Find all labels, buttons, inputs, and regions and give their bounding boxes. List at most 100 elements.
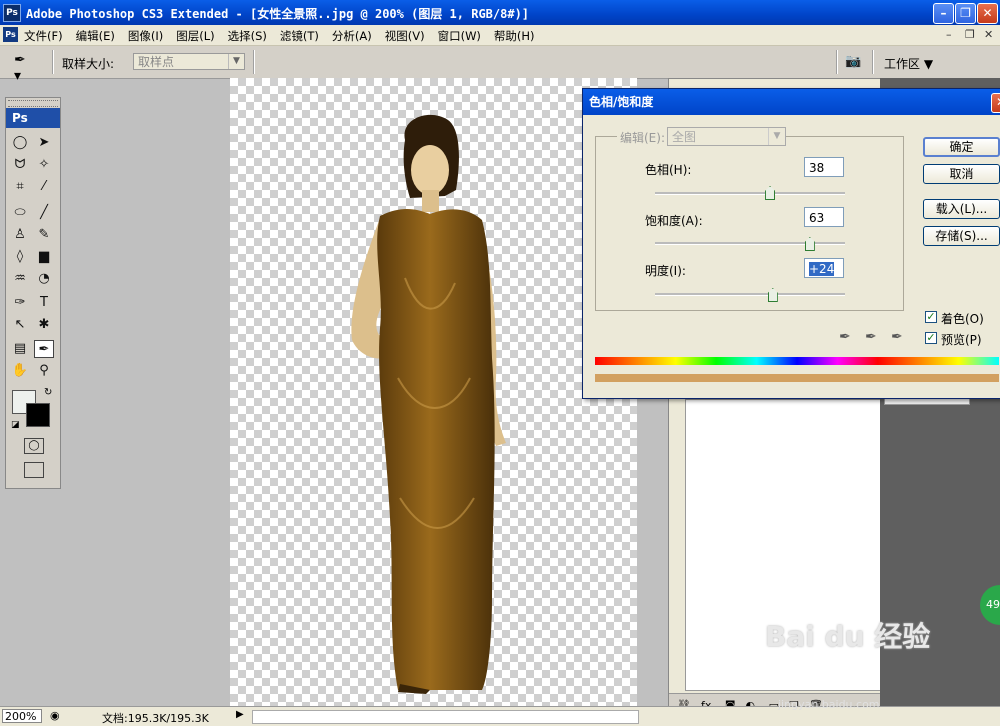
workspace-button[interactable]: 工作区 ▼	[884, 55, 933, 72]
horizontal-scrollbar[interactable]	[252, 710, 639, 724]
toolbox: Ps ◯ ➤ ᗢ ✧ ⌗ ⁄ ⬭ ╱ ♙ ✎ ◊ ▆ ♒ ◔ ✑ T ↖ ✱ ▤…	[5, 97, 61, 489]
menu-view[interactable]: 视图(V)	[385, 28, 425, 44]
sample-size-label: 取样大小:	[62, 57, 115, 71]
dialog-title: 色相/饱和度	[583, 89, 1000, 115]
workspace-label: 工作区	[884, 57, 921, 71]
menu-window[interactable]: 窗口(W)	[438, 28, 481, 44]
lightness-input[interactable]: +24	[804, 258, 844, 278]
menu-help[interactable]: 帮助(H)	[494, 28, 535, 44]
restore-button[interactable]: ❐	[955, 3, 976, 24]
edit-label: 编辑(E):	[617, 129, 668, 146]
menu-edit[interactable]: 编辑(E)	[76, 28, 115, 44]
menu-image[interactable]: 图像(I)	[128, 28, 163, 44]
ok-button[interactable]: 确定	[923, 137, 1000, 157]
result-color-bar	[595, 374, 999, 382]
swap-colors-icon[interactable]: ↻	[44, 387, 52, 398]
menu-layer[interactable]: 图层(L)	[176, 28, 214, 44]
bridge-icon[interactable]: 📷	[845, 54, 861, 69]
menu-analysis[interactable]: 分析(A)	[332, 28, 372, 44]
hand-tool-icon[interactable]: ✋	[10, 362, 30, 380]
photoshop-app-icon[interactable]: Ps	[3, 4, 21, 22]
type-tool-icon[interactable]: T	[34, 294, 54, 312]
chevron-down-icon: ▼	[228, 54, 244, 69]
history-brush-icon[interactable]: ✎	[34, 226, 54, 244]
notes-tool-icon[interactable]: ▤	[10, 340, 30, 358]
colorize-label: 着色(O)	[941, 312, 984, 326]
eyedropper-minus-icon[interactable]: ✒	[891, 329, 903, 345]
preview-label: 预览(P)	[941, 333, 982, 347]
cancel-button[interactable]: 取消	[923, 164, 1000, 184]
load-button[interactable]: 载入(L)...	[923, 199, 1000, 219]
edit-value: 全图	[672, 130, 697, 144]
watermark-url: jingyan.baidu.com	[778, 698, 880, 711]
doc-restore-icon[interactable]: ❐	[965, 28, 975, 41]
divider	[52, 50, 54, 74]
saturation-label: 饱和度(A):	[645, 214, 703, 228]
divider	[836, 50, 838, 74]
adjust-group	[595, 136, 904, 311]
woman-image	[351, 114, 506, 694]
move-tool-icon[interactable]: ➤	[34, 134, 54, 152]
zoom-tool-icon[interactable]: ⚲	[34, 362, 54, 380]
quick-mask-icon[interactable]: ◯	[24, 438, 44, 454]
doc-close-icon[interactable]: ✕	[984, 28, 993, 41]
background-color-swatch[interactable]	[26, 403, 50, 427]
hue-label: 色相(H):	[645, 163, 692, 177]
preview-checkbox[interactable]: ✓	[925, 332, 937, 344]
saturation-input[interactable]: 63	[804, 207, 844, 227]
doc-minimize-icon[interactable]: –	[946, 28, 952, 41]
eyedropper-plus-icon[interactable]: ✒	[865, 329, 877, 345]
crop-tool-icon[interactable]: ⌗	[10, 178, 30, 196]
sample-size-select[interactable]: 取样点 ▼	[133, 53, 245, 70]
menu-select[interactable]: 选择(S)	[228, 28, 267, 44]
shape-tool-icon[interactable]: ✱	[34, 316, 54, 334]
lightness-label: 明度(I):	[645, 264, 686, 278]
status-menu-icon[interactable]: ◉	[50, 709, 60, 722]
screen-mode-icon[interactable]	[24, 462, 44, 478]
saturation-slider-track[interactable]	[655, 242, 845, 245]
magic-wand-icon[interactable]: ✧	[34, 156, 54, 174]
slice-tool-icon[interactable]: ⁄	[34, 178, 54, 196]
healing-brush-icon[interactable]: ⬭	[10, 204, 30, 222]
blur-tool-icon[interactable]: ♒	[10, 270, 30, 288]
clone-stamp-icon[interactable]: ♙	[10, 226, 30, 244]
marquee-tool-icon[interactable]: ◯	[10, 134, 30, 152]
document-icon[interactable]: Ps	[3, 27, 18, 42]
lightness-slider-track[interactable]	[655, 293, 845, 296]
hue-slider-track[interactable]	[655, 192, 845, 195]
menu-file[interactable]: 文件(F)	[24, 28, 63, 44]
divider	[253, 50, 255, 74]
close-button[interactable]: ✕	[977, 3, 998, 24]
default-colors-icon[interactable]: ◪	[11, 420, 20, 430]
eyedropper-icon[interactable]: ✒	[839, 329, 851, 345]
window-title: Adobe Photoshop CS3 Extended - [女性全景照..j…	[26, 7, 530, 21]
colorize-checkbox[interactable]: ✓	[925, 311, 937, 323]
source-color-bar	[595, 357, 999, 365]
eyedropper-tool-preset-icon[interactable]: ✒ ▾	[14, 52, 34, 84]
title-bar: Ps Adobe Photoshop CS3 Extended - [女性全景照…	[0, 0, 1000, 25]
menu-items: 文件(F) 编辑(E) 图像(I) 图层(L) 选择(S) 滤镜(T) 分析(A…	[24, 28, 535, 44]
menu-filter[interactable]: 滤镜(T)	[280, 28, 319, 44]
hue-saturation-dialog: 色相/饱和度 ✕ 编辑(E): 全图 ▼ 色相(H): 38 饱和度(A): 6…	[582, 88, 1000, 399]
document-canvas[interactable]	[230, 78, 637, 708]
brush-tool-icon[interactable]: ╱	[34, 204, 54, 222]
palette-grip[interactable]	[8, 100, 58, 107]
zoom-level-field[interactable]: 200%	[2, 709, 42, 723]
pen-tool-icon[interactable]: ✑	[10, 294, 30, 312]
menu-bar: Ps 文件(F) 编辑(E) 图像(I) 图层(L) 选择(S) 滤镜(T) 分…	[0, 25, 1000, 46]
dodge-tool-icon[interactable]: ◔	[34, 270, 54, 288]
triangle-down-icon: ▼	[923, 57, 934, 71]
dialog-close-button[interactable]: ✕	[991, 93, 1000, 113]
minimize-button[interactable]: –	[933, 3, 954, 24]
eyedropper-tool-icon[interactable]: ✒	[34, 340, 54, 358]
save-button[interactable]: 存储(S)...	[923, 226, 1000, 246]
path-selection-icon[interactable]: ↖	[10, 316, 30, 334]
lasso-tool-icon[interactable]: ᗢ	[10, 156, 30, 174]
baidu-watermark: Bai du 经验	[765, 620, 931, 653]
chevron-down-icon: ▼	[768, 128, 785, 145]
edit-select[interactable]: 全图 ▼	[667, 127, 786, 146]
gradient-tool-icon[interactable]: ▆	[34, 248, 54, 266]
status-arrow-icon[interactable]: ▶	[236, 709, 244, 720]
eraser-tool-icon[interactable]: ◊	[10, 248, 30, 266]
hue-input[interactable]: 38	[804, 157, 844, 177]
